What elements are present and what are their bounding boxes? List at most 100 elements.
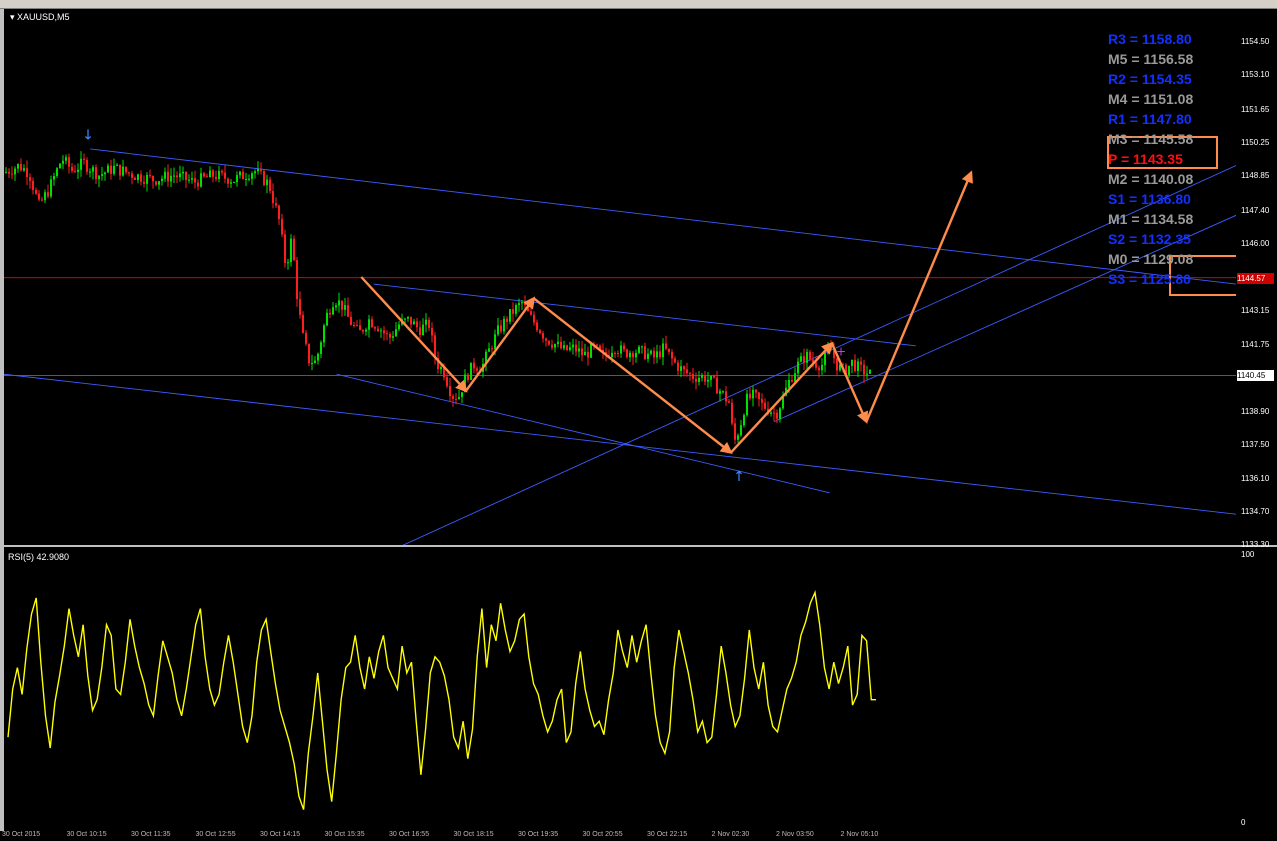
candle-body: [239, 171, 241, 176]
trendline-2: [4, 373, 1236, 515]
candle-body: [629, 352, 631, 358]
candle-body: [689, 373, 691, 375]
pivot-r3: R3 = 1158.80: [1108, 31, 1192, 47]
candle-body: [107, 165, 109, 173]
candle-body: [56, 168, 58, 177]
candle-body: [791, 379, 793, 382]
candle-body: [440, 367, 442, 370]
pivot-m5: M5 = 1156.58: [1108, 51, 1194, 67]
candle-body: [389, 334, 391, 338]
candle-body: [77, 169, 79, 172]
candle-body: [521, 302, 523, 304]
candle-body: [587, 351, 589, 358]
candle-body: [701, 375, 703, 378]
candle-body: [416, 321, 418, 328]
rsi-indicator-pane[interactable]: RSI(5) 42.9080: [4, 547, 1236, 831]
time-tick: 30 Oct 18:15: [453, 831, 494, 838]
price-tick: 1134.70: [1241, 506, 1270, 516]
candle-body: [158, 181, 160, 185]
rsi-axis[interactable]: 100 0: [1236, 547, 1277, 831]
time-tick: 30 Oct 2015: [2, 831, 41, 838]
candle-body: [776, 412, 778, 419]
candle-body: [197, 182, 199, 187]
fractal-down-arrow: ↓: [82, 127, 94, 143]
candle-body: [242, 171, 244, 180]
candle-body: [725, 391, 727, 402]
trendline-3: [373, 283, 916, 347]
candle-body: [698, 377, 700, 382]
candle-body: [254, 171, 256, 174]
price-chart-pane[interactable]: ↓ ↑ + ▾ XAUUSD,M5 R3 = 1158.80 M5 = 1156.58…: [4, 9, 1236, 545]
candle-body: [461, 392, 463, 397]
candle-body: [713, 375, 715, 378]
candle-body: [548, 340, 550, 345]
candle-body: [365, 329, 367, 332]
candle-body: [149, 174, 151, 176]
candle-body: [284, 234, 286, 263]
candle-body: [338, 300, 340, 306]
candle-body: [386, 333, 388, 335]
candle-body: [731, 402, 733, 424]
price-tick: 1147.40: [1241, 205, 1270, 215]
time-tick: 30 Oct 20:55: [582, 831, 623, 838]
candle-body: [824, 352, 826, 366]
candle-body: [620, 345, 622, 354]
candle-body: [677, 362, 679, 371]
rsi-tick: 0: [1241, 818, 1246, 827]
pivot-s3: S3 = 1125.80: [1108, 271, 1191, 287]
candle-body: [221, 170, 223, 173]
candle-body: [668, 348, 670, 352]
candle-body: [323, 325, 325, 343]
candle-body: [248, 178, 250, 180]
time-tick: 30 Oct 22:15: [647, 831, 688, 838]
candle-body: [275, 203, 277, 206]
candle-body: [350, 316, 352, 326]
price-tick: 1150.25: [1241, 138, 1270, 147]
candle-body: [125, 166, 127, 173]
candle-body: [209, 170, 211, 178]
pivot-s2: S2 = 1132.35: [1108, 231, 1191, 247]
candle-body: [50, 179, 52, 197]
candle-body: [581, 348, 583, 356]
candle-body: [770, 412, 772, 414]
candle-body: [743, 415, 745, 426]
pivot-m1: M1 = 1134.58: [1108, 211, 1194, 227]
candle-body: [569, 347, 571, 351]
candle-body: [290, 238, 292, 263]
price-axis[interactable]: 1154.50 1153.10 1151.65 1150.25 1148.85 1147.…: [1236, 9, 1277, 549]
candle-body: [860, 361, 862, 365]
time-axis[interactable]: 30 Oct 2015 30 Oct 10:15 30 Oct 11:35 30 Oc…: [0, 831, 1277, 841]
time-tick: 30 Oct 16:55: [389, 831, 430, 838]
zigzag-segment-2: [465, 296, 536, 392]
trendline-1: [90, 148, 1236, 285]
candle-body: [509, 309, 511, 322]
candle-body: [296, 260, 298, 300]
price-chart-svg[interactable]: ↓↑+: [4, 9, 1236, 545]
candle-body: [104, 172, 106, 175]
candle-body: [128, 172, 130, 174]
pivot-r1: R1 = 1147.80: [1108, 111, 1192, 127]
candle-body: [647, 353, 649, 359]
candle-body: [392, 336, 394, 338]
rsi-chart-svg[interactable]: [4, 547, 1236, 831]
candle-body: [356, 325, 358, 327]
candle-body: [347, 305, 349, 317]
candle-body: [188, 179, 190, 181]
candle-body: [317, 353, 319, 361]
candle-body: [116, 164, 118, 166]
symbol-label: ▾ XAUUSD,M5: [10, 12, 70, 22]
rsi-tick: 100: [1241, 550, 1255, 559]
fractal-up-arrow: ↑: [733, 469, 745, 485]
candle-body: [335, 305, 337, 308]
candle-body: [23, 168, 25, 171]
candle-body: [44, 192, 46, 201]
candle-body: [866, 373, 868, 375]
candle-body: [554, 343, 556, 348]
price-tick: 1154.50: [1241, 37, 1270, 47]
candle-body: [65, 157, 67, 161]
time-tick: 30 Oct 10:15: [66, 831, 107, 838]
candle-body: [512, 309, 514, 314]
rsi-label: RSI(5) 42.9080: [8, 552, 70, 562]
candle-body: [458, 396, 460, 399]
time-tick: 30 Oct 12:55: [195, 831, 236, 838]
